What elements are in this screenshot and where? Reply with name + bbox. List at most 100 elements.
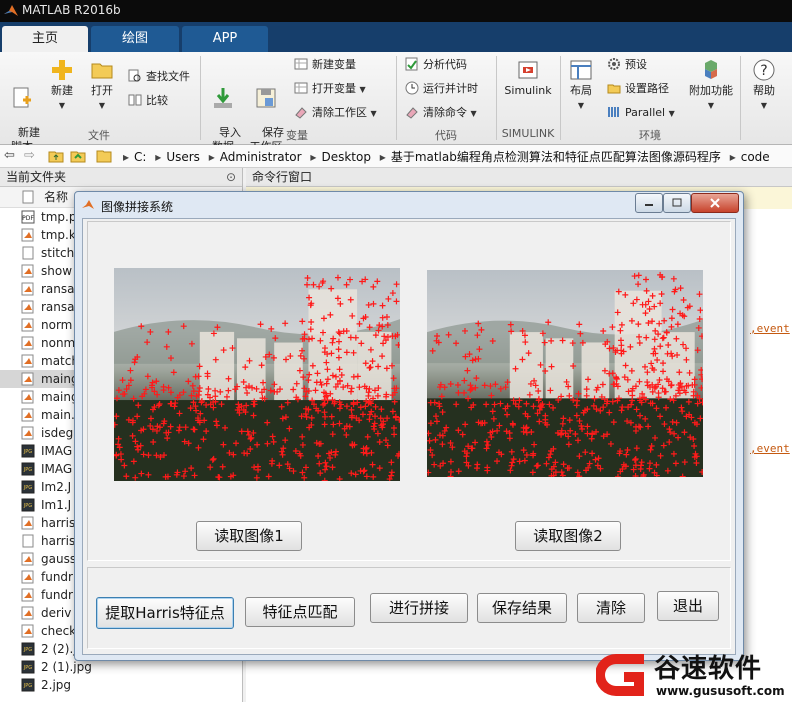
breadcrumb: ▸ C: ▸ Users ▸ Administrator ▸ Desktop ▸ 基于ma… [123,150,770,164]
ribbon-separator [200,56,201,140]
ribbon-separator [560,56,561,140]
maximize-button[interactable] [663,193,691,213]
file-name: harris [41,534,76,548]
file-name: deriv [41,606,72,620]
run-time-icon [405,81,419,95]
file-name: Im1.J [41,498,72,512]
minimize-button[interactable] [635,193,663,213]
ribbon-toolbar: 新建 脚本 新建▼ 打开▼ 查找文件 比较 文件 导入 数据 保存 工作区 新建… [0,52,792,153]
forward-arrow-icon[interactable]: ⇨ [24,148,35,163]
address-bar: ⇦ ⇨ ▸ C: ▸ Users ▸ Administrator ▸ Desktop ▸… [0,145,792,168]
help-label: 帮助 [753,84,775,97]
clear-commands-icon [406,107,418,119]
image-file-icon: JPG [21,498,35,512]
stitch-button[interactable]: 进行拼接 [370,593,468,623]
parallel-label: Parallel [625,106,666,119]
file-name: IMAG [41,444,73,458]
find-files-label: 查找文件 [146,70,190,83]
file-name: fundr [41,570,73,584]
simulink-button[interactable]: Simulink [502,58,554,98]
extract-harris-features-button[interactable]: 提取Harris特征点 [96,597,234,629]
browse-folder-icon[interactable] [70,148,86,164]
clear-commands-button[interactable]: 清除命令 ▼ [405,104,477,122]
new-label: 新建 [51,84,73,97]
tab-plots[interactable]: 绘图 [91,26,179,52]
svg-text:JPG: JPG [23,467,32,473]
window-title: MATLAB R2016b [22,3,121,17]
file-column-icon [22,190,34,204]
ribbon-separator [396,56,397,140]
group-variable-label: 变量 [286,129,308,142]
add-ons-button[interactable]: 附加功能 ▼ [686,58,736,113]
folder-open-icon [91,63,113,79]
matlab-file-icon [21,390,34,404]
name-column-header[interactable]: 名称 [44,190,68,204]
file-name: harris [41,516,76,530]
preferences-button[interactable]: 预设 [607,56,647,74]
svg-text:JPG: JPG [23,503,32,509]
new-button[interactable]: 新建 ▼ [45,58,79,113]
open-button[interactable]: 打开 ▼ [85,58,119,113]
file-name: ransa [41,300,75,314]
breadcrumb-segment[interactable]: C: [134,150,146,164]
file-name: 2 (1).jpg [41,660,92,674]
exit-button[interactable]: 退出 [657,591,719,621]
parallel-icon [608,107,619,117]
find-files-button[interactable]: 查找文件 [128,68,190,86]
pdf-file-icon: PDF [21,210,35,224]
event-link[interactable]: ,event [750,442,790,455]
file-list-item[interactable]: JPG 2.jpg [0,676,242,694]
group-environment-label: 环境 [639,129,661,142]
open-variable-button[interactable]: 打开变量 ▼ [294,80,366,98]
document-file-icon [22,246,34,260]
layout-button[interactable]: 布局 ▼ [564,58,598,113]
file-name: nonm [41,336,76,350]
matlab-logo-icon [4,5,18,16]
tab-apps[interactable]: APP [182,26,268,52]
close-button[interactable] [691,193,739,213]
event-link[interactable]: ,event [750,322,790,335]
image-file-icon: JPG [21,678,35,692]
compare-icon [128,94,142,106]
open-variable-label: 打开变量 [312,82,356,95]
parallel-button[interactable]: Parallel ▼ [607,104,675,122]
run-and-time-button[interactable]: 运行并计时 [405,80,478,98]
image-file-icon: JPG [21,480,35,494]
svg-text:JPG: JPG [23,647,32,653]
panel-menu-icon[interactable]: ⊙ [226,168,236,186]
matlab-file-icon [21,588,34,602]
breadcrumb-segment[interactable]: Users [166,150,200,164]
image-file-icon: JPG [21,462,35,476]
breadcrumb-segment[interactable]: Administrator [220,150,302,164]
file-name: fundr [41,588,73,602]
breadcrumb-segment[interactable]: 基于matlab编程角点检测算法和特征点匹配算法图像源码程序 [391,150,721,164]
add-ons-label: 附加功能 [689,84,733,97]
matlab-file-icon [21,336,34,350]
breadcrumb-segment[interactable]: code [741,150,770,164]
file-name: check [41,624,77,638]
dialog-client-area: 读取图像1 读取图像2 提取Harris特征点 特征点匹配 进行拼接 保存结果 … [82,218,736,655]
read-image-2-button[interactable]: 读取图像2 [515,521,621,551]
clear-workspace-button[interactable]: 清除工作区 ▼ [294,104,377,122]
image-1-axes [114,268,400,481]
back-arrow-icon[interactable]: ⇦ [4,148,15,163]
set-path-button[interactable]: 设置路径 [607,80,669,98]
clear-button[interactable]: 清除 [577,593,645,623]
breadcrumb-segment[interactable]: Desktop [321,150,371,164]
compare-button[interactable]: 比较 [128,92,168,110]
analyze-code-button[interactable]: 分析代码 [405,56,467,74]
up-folder-icon[interactable] [48,148,64,164]
feature-matching-button[interactable]: 特征点匹配 [245,597,355,627]
svg-text:?: ? [760,63,767,79]
group-code-label: 代码 [435,129,457,142]
new-variable-button[interactable]: 新建变量 [294,56,356,74]
read-image-1-button[interactable]: 读取图像1 [196,521,302,551]
maximize-icon [672,198,682,207]
simulink-icon [518,61,538,79]
tab-home[interactable]: 主页 [2,26,88,52]
matlab-file-icon [21,624,34,638]
file-name: Im2.J [41,480,72,494]
save-result-button[interactable]: 保存结果 [477,593,567,623]
file-name: stitch [41,246,75,260]
help-button[interactable]: ? 帮助 ▼ [748,58,780,113]
